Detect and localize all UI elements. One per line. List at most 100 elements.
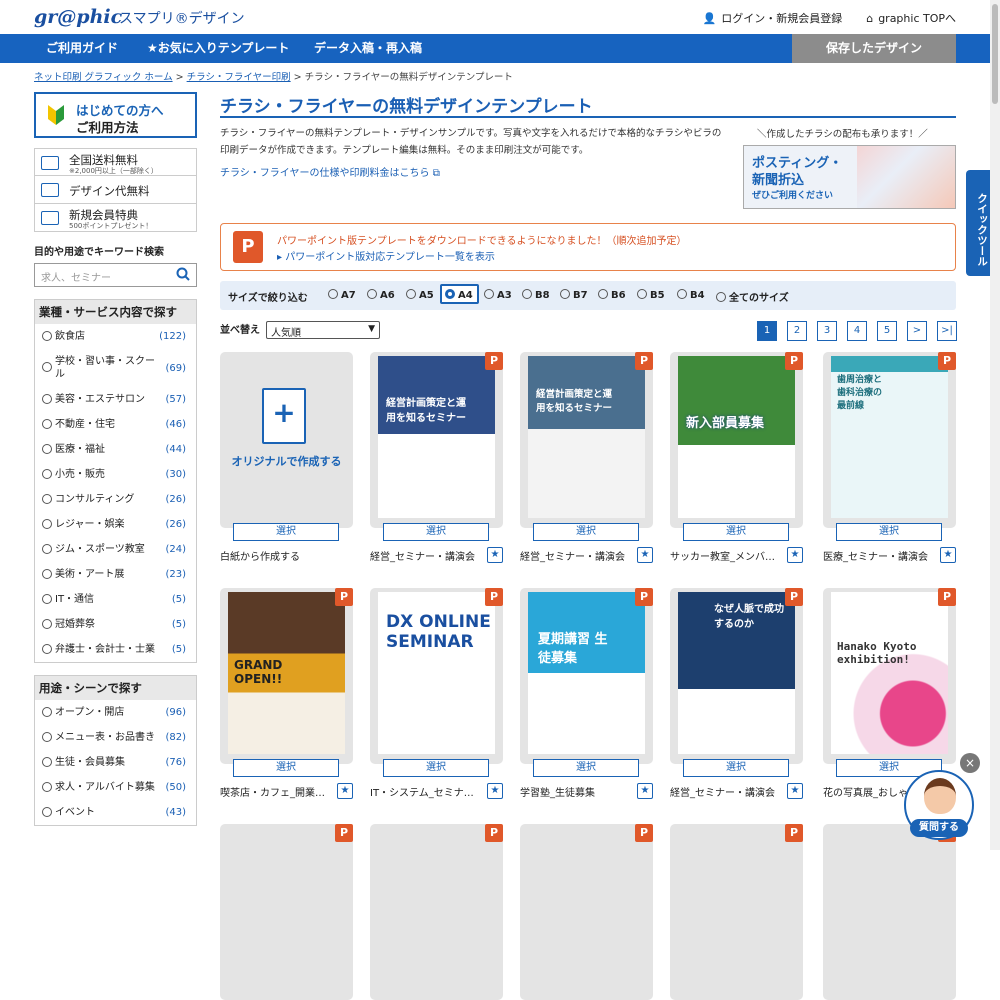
- template-card[interactable]: P: [370, 824, 503, 1000]
- nav-saved-designs[interactable]: 保存したデザイン: [792, 34, 956, 63]
- page-4[interactable]: 4: [847, 321, 867, 341]
- ppt-list-link[interactable]: ▸ パワーポイント版対応テンプレート一覧を表示: [277, 248, 495, 263]
- radio-icon[interactable]: [42, 757, 52, 767]
- radio-icon[interactable]: [42, 594, 52, 604]
- template-card[interactable]: P: [670, 824, 803, 1000]
- size-option-a3[interactable]: A3: [484, 289, 512, 301]
- site-logo[interactable]: gr@phic: [34, 6, 122, 28]
- page-2[interactable]: 2: [787, 321, 807, 341]
- favorite-star-icon[interactable]: ★: [487, 547, 503, 563]
- radio-icon[interactable]: [42, 419, 52, 429]
- select-button[interactable]: 選択: [533, 759, 639, 777]
- category-item[interactable]: 飲食店 (122): [35, 324, 196, 349]
- category-item[interactable]: 小売・販売 (30): [35, 462, 196, 487]
- select-button[interactable]: 選択: [533, 523, 639, 541]
- keyword-search-input[interactable]: 求人、セミナー: [34, 263, 197, 287]
- page-1[interactable]: 1: [757, 321, 777, 341]
- nav-favorites[interactable]: ★お気に入りテンプレート: [147, 34, 289, 63]
- radio-icon[interactable]: [42, 782, 52, 792]
- category-item[interactable]: オープン・開店 (96): [35, 700, 196, 725]
- favorite-star-icon[interactable]: ★: [787, 547, 803, 563]
- sort-select[interactable]: 人気順 ▼: [266, 321, 380, 339]
- size-option-b8[interactable]: B8: [522, 289, 550, 301]
- radio-icon[interactable]: [42, 394, 52, 404]
- size-option-b6[interactable]: B6: [598, 289, 626, 301]
- category-item[interactable]: 求人・アルバイト募集 (50): [35, 775, 196, 800]
- category-item[interactable]: 生徒・会員募集 (76): [35, 750, 196, 775]
- radio-icon[interactable]: [42, 362, 52, 372]
- close-chat-icon[interactable]: ×: [960, 753, 980, 773]
- page-next[interactable]: >: [907, 321, 927, 341]
- size-option-a7[interactable]: A7: [328, 289, 356, 301]
- select-button[interactable]: 選択: [233, 523, 339, 541]
- size-option-a4[interactable]: A4: [440, 284, 479, 304]
- posting-banner[interactable]: ポスティング・ 新聞折込 ぜひご利用ください: [743, 145, 956, 209]
- select-button[interactable]: 選択: [683, 523, 789, 541]
- page-5[interactable]: 5: [877, 321, 897, 341]
- favorite-star-icon[interactable]: ★: [637, 547, 653, 563]
- page-last[interactable]: >|: [937, 321, 957, 341]
- template-card[interactable]: P: [220, 824, 353, 1000]
- feature-member-bonus[interactable]: 新規会員特典 500ポイントプレゼント！: [34, 204, 197, 232]
- breadcrumb-home[interactable]: ネット印刷 グラフィック ホーム: [34, 72, 173, 83]
- category-item[interactable]: 医療・福祉 (44): [35, 437, 196, 462]
- category-item[interactable]: 学校・習い事・スクール (69): [35, 349, 196, 387]
- select-button[interactable]: 選択: [233, 759, 339, 777]
- graphic-top-link[interactable]: ⌂ graphic TOPへ: [866, 10, 956, 26]
- radio-icon[interactable]: [42, 732, 52, 742]
- radio-icon[interactable]: [42, 494, 52, 504]
- scrollbar-thumb[interactable]: [992, 4, 998, 104]
- radio-icon[interactable]: [42, 644, 52, 654]
- feature-free-design[interactable]: デザイン代無料: [34, 176, 197, 204]
- template-card-original[interactable]: + オリジナルで作成する 選択: [220, 352, 353, 541]
- login-link[interactable]: 👤 ログイン・新規会員登録: [703, 10, 843, 26]
- category-item[interactable]: ジム・スポーツ教室 (24): [35, 537, 196, 562]
- category-item[interactable]: コンサルティング (26): [35, 487, 196, 512]
- nav-guide[interactable]: ご利用ガイド: [46, 34, 118, 63]
- category-item[interactable]: 不動産・住宅 (46): [35, 412, 196, 437]
- size-option-b5[interactable]: B5: [637, 289, 665, 301]
- category-item[interactable]: メニュー表・お品書き (82): [35, 725, 196, 750]
- site-logo-sub[interactable]: スマプリ®デザイン: [119, 8, 245, 28]
- radio-icon[interactable]: [42, 569, 52, 579]
- template-card[interactable]: DX ONLINE SEMINAR P 選択: [370, 588, 503, 777]
- category-item[interactable]: レジャー・娯楽 (26): [35, 512, 196, 537]
- favorite-star-icon[interactable]: ★: [337, 783, 353, 799]
- favorite-star-icon[interactable]: ★: [787, 783, 803, 799]
- radio-icon[interactable]: [42, 707, 52, 717]
- select-button[interactable]: 選択: [383, 759, 489, 777]
- favorite-star-icon[interactable]: ★: [637, 783, 653, 799]
- select-button[interactable]: 選択: [836, 523, 942, 541]
- chat-support-button[interactable]: 質問する: [904, 770, 974, 840]
- radio-icon[interactable]: [42, 519, 52, 529]
- size-option-all[interactable]: 全てのサイズ: [716, 289, 789, 304]
- favorite-star-icon[interactable]: ★: [487, 783, 503, 799]
- category-item[interactable]: 弁護士・会計士・士業 (5): [35, 637, 196, 662]
- size-option-b4[interactable]: B4: [677, 289, 705, 301]
- radio-icon[interactable]: [42, 331, 52, 341]
- quick-tool-tab[interactable]: クイックツール: [966, 170, 990, 276]
- template-card[interactable]: GRAND OPEN!! P 選択: [220, 588, 353, 777]
- category-item[interactable]: IT・通信 (5): [35, 587, 196, 612]
- radio-icon[interactable]: [42, 807, 52, 817]
- size-option-a5[interactable]: A5: [406, 289, 434, 301]
- scrollbar[interactable]: [990, 0, 1000, 850]
- template-card[interactable]: 夏期講習 生徒募集 P 選択: [520, 588, 653, 777]
- size-option-b7[interactable]: B7: [560, 289, 588, 301]
- search-icon[interactable]: [176, 267, 190, 281]
- template-card[interactable]: P: [823, 824, 956, 1000]
- category-item[interactable]: 美容・エステサロン (57): [35, 387, 196, 412]
- feature-free-shipping[interactable]: 全国送料無料 ※2,000円以上（一部除く）: [34, 148, 197, 176]
- radio-icon[interactable]: [42, 619, 52, 629]
- template-card[interactable]: P: [520, 824, 653, 1000]
- breadcrumb-flyer[interactable]: チラシ・フライヤー印刷: [187, 72, 291, 83]
- page-3[interactable]: 3: [817, 321, 837, 341]
- template-card[interactable]: Hanako Kyoto exhibition! P 選択: [823, 588, 956, 777]
- category-item[interactable]: 美術・アート展 (23): [35, 562, 196, 587]
- category-item[interactable]: 冠婚葬祭 (5): [35, 612, 196, 637]
- radio-icon[interactable]: [42, 544, 52, 554]
- category-item[interactable]: イベント (43): [35, 800, 196, 825]
- radio-icon[interactable]: [42, 444, 52, 454]
- select-button[interactable]: 選択: [683, 759, 789, 777]
- template-card[interactable]: 新入部員募集 P 選択: [670, 352, 803, 541]
